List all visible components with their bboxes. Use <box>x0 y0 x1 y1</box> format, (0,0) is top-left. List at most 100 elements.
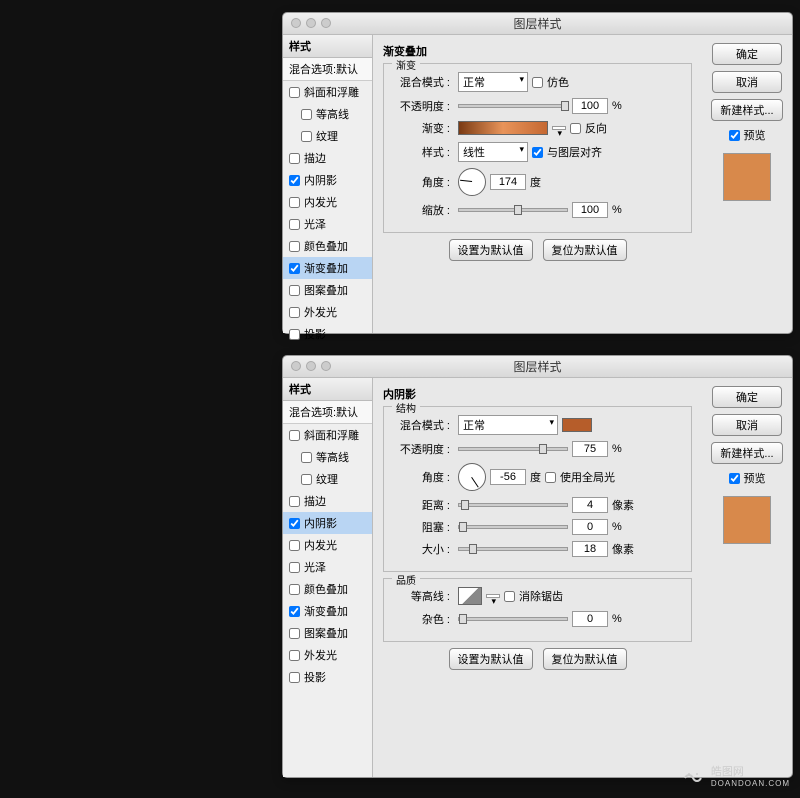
fx-checkbox-contour[interactable] <box>301 109 312 120</box>
gradient-dropdown[interactable] <box>552 126 566 130</box>
opacity-slider[interactable] <box>458 447 568 451</box>
new-style-button[interactable]: 新建样式... <box>711 442 782 464</box>
dither-checkbox[interactable] <box>532 77 543 88</box>
shadow-color-swatch[interactable] <box>562 418 592 432</box>
window-controls[interactable] <box>291 18 331 28</box>
align-checkbox[interactable] <box>532 147 543 158</box>
reset-default-button[interactable]: 复位为默认值 <box>543 239 627 261</box>
reset-default-button[interactable]: 复位为默认值 <box>543 648 627 670</box>
fx-item-inner-glow[interactable]: 内发光 <box>283 191 372 213</box>
fx-checkbox-texture[interactable] <box>301 474 312 485</box>
fx-checkbox-gradient-overlay[interactable] <box>289 263 300 274</box>
fx-checkbox-stroke[interactable] <box>289 496 300 507</box>
window-controls[interactable] <box>291 361 331 371</box>
styles-header[interactable]: 样式 <box>283 35 372 58</box>
choke-slider[interactable] <box>458 525 568 529</box>
fx-checkbox-texture[interactable] <box>301 131 312 142</box>
fx-item-outer-glow[interactable]: 外发光 <box>283 644 372 666</box>
noise-input[interactable]: 0 <box>572 611 608 627</box>
fx-item-inner-glow[interactable]: 内发光 <box>283 534 372 556</box>
scale-input[interactable]: 100 <box>572 202 608 218</box>
preview-checkbox[interactable] <box>729 130 740 141</box>
blending-options[interactable]: 混合选项:默认 <box>283 58 372 81</box>
fx-item-color-overlay[interactable]: 颜色叠加 <box>283 235 372 257</box>
fx-item-satin[interactable]: 光泽 <box>283 556 372 578</box>
antialias-checkbox[interactable] <box>504 591 515 602</box>
angle-input[interactable]: -56 <box>490 469 526 485</box>
fx-checkbox-gradient-overlay[interactable] <box>289 606 300 617</box>
angle-input[interactable]: 174 <box>490 174 526 190</box>
make-default-button[interactable]: 设置为默认值 <box>449 648 533 670</box>
fx-item-inner-shadow[interactable]: 内阴影 <box>283 169 372 191</box>
fx-item-drop-shadow[interactable]: 投影 <box>283 666 372 688</box>
fx-checkbox-drop-shadow[interactable] <box>289 672 300 683</box>
fx-item-inner-shadow[interactable]: 内阴影 <box>283 512 372 534</box>
fx-checkbox-inner-shadow[interactable] <box>289 518 300 529</box>
fx-checkbox-satin[interactable] <box>289 219 300 230</box>
fx-item-texture[interactable]: 纹理 <box>283 468 372 490</box>
fx-checkbox-satin[interactable] <box>289 562 300 573</box>
titlebar[interactable]: 图层样式 <box>283 356 792 378</box>
style-select[interactable]: 线性 <box>458 142 528 162</box>
fx-checkbox-drop-shadow[interactable] <box>289 329 300 340</box>
blend-mode-select[interactable]: 正常 <box>458 415 558 435</box>
blending-options[interactable]: 混合选项:默认 <box>283 401 372 424</box>
fx-checkbox-inner-glow[interactable] <box>289 197 300 208</box>
distance-label: 距离 : <box>392 497 450 513</box>
fx-item-bevel[interactable]: 斜面和浮雕 <box>283 424 372 446</box>
contour-picker[interactable] <box>458 587 482 605</box>
fx-checkbox-outer-glow[interactable] <box>289 650 300 661</box>
angle-dial[interactable] <box>458 463 486 491</box>
fx-checkbox-contour[interactable] <box>301 452 312 463</box>
make-default-button[interactable]: 设置为默认值 <box>449 239 533 261</box>
opacity-slider[interactable] <box>458 104 568 108</box>
fx-item-gradient-overlay[interactable]: 渐变叠加 <box>283 600 372 622</box>
scale-slider[interactable] <box>458 208 568 212</box>
fx-checkbox-inner-shadow[interactable] <box>289 175 300 186</box>
fx-checkbox-color-overlay[interactable] <box>289 241 300 252</box>
angle-dial[interactable] <box>458 168 486 196</box>
fx-item-contour[interactable]: 等高线 <box>283 103 372 125</box>
cancel-button[interactable]: 取消 <box>712 414 782 436</box>
fx-item-stroke[interactable]: 描边 <box>283 490 372 512</box>
ok-button[interactable]: 确定 <box>712 386 782 408</box>
fx-item-color-overlay[interactable]: 颜色叠加 <box>283 578 372 600</box>
fx-checkbox-pattern-overlay[interactable] <box>289 628 300 639</box>
fx-item-bevel[interactable]: 斜面和浮雕 <box>283 81 372 103</box>
fx-item-outer-glow[interactable]: 外发光 <box>283 301 372 323</box>
fx-item-contour[interactable]: 等高线 <box>283 446 372 468</box>
fx-checkbox-color-overlay[interactable] <box>289 584 300 595</box>
fx-item-pattern-overlay[interactable]: 图案叠加 <box>283 279 372 301</box>
fx-checkbox-pattern-overlay[interactable] <box>289 285 300 296</box>
fx-checkbox-stroke[interactable] <box>289 153 300 164</box>
noise-slider[interactable] <box>458 617 568 621</box>
gradient-swatch[interactable] <box>458 121 548 135</box>
reverse-checkbox[interactable] <box>570 123 581 134</box>
contour-dropdown[interactable] <box>486 594 500 598</box>
fx-item-satin[interactable]: 光泽 <box>283 213 372 235</box>
fx-item-drop-shadow[interactable]: 投影 <box>283 323 372 345</box>
styles-header[interactable]: 样式 <box>283 378 372 401</box>
ok-button[interactable]: 确定 <box>712 43 782 65</box>
fx-checkbox-outer-glow[interactable] <box>289 307 300 318</box>
distance-slider[interactable] <box>458 503 568 507</box>
size-input[interactable]: 18 <box>572 541 608 557</box>
opacity-input[interactable]: 100 <box>572 98 608 114</box>
fx-checkbox-bevel[interactable] <box>289 87 300 98</box>
fx-checkbox-inner-glow[interactable] <box>289 540 300 551</box>
fx-item-stroke[interactable]: 描边 <box>283 147 372 169</box>
fx-checkbox-bevel[interactable] <box>289 430 300 441</box>
titlebar[interactable]: 图层样式 <box>283 13 792 35</box>
fx-item-texture[interactable]: 纹理 <box>283 125 372 147</box>
distance-input[interactable]: 4 <box>572 497 608 513</box>
new-style-button[interactable]: 新建样式... <box>711 99 782 121</box>
global-light-checkbox[interactable] <box>545 472 556 483</box>
choke-input[interactable]: 0 <box>572 519 608 535</box>
fx-item-pattern-overlay[interactable]: 图案叠加 <box>283 622 372 644</box>
preview-checkbox[interactable] <box>729 473 740 484</box>
size-slider[interactable] <box>458 547 568 551</box>
fx-item-gradient-overlay[interactable]: 渐变叠加 <box>283 257 372 279</box>
opacity-input[interactable]: 75 <box>572 441 608 457</box>
blend-mode-select[interactable]: 正常 <box>458 72 528 92</box>
cancel-button[interactable]: 取消 <box>712 71 782 93</box>
